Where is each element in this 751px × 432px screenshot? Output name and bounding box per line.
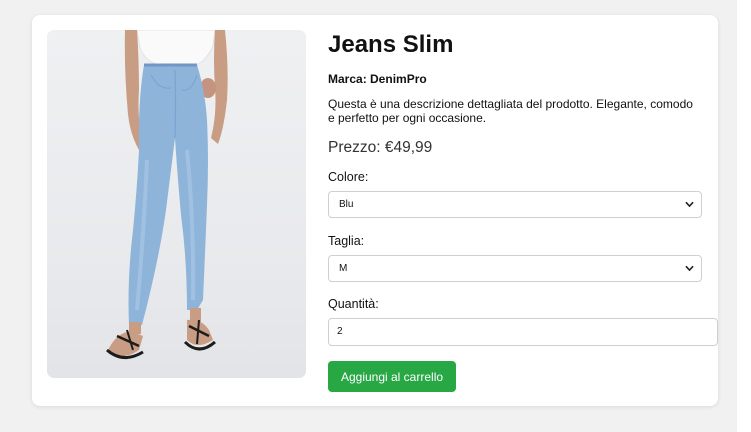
page-edge xyxy=(737,0,751,432)
size-select-value: M xyxy=(339,263,348,274)
size-select[interactable]: M xyxy=(328,255,702,282)
product-price: Prezzo: €49,99 xyxy=(328,139,433,156)
color-select-value: Blu xyxy=(339,199,354,210)
color-select[interactable]: Blu xyxy=(328,191,702,218)
add-to-cart-button[interactable]: Aggiungi al carrello xyxy=(328,361,456,392)
quantity-input[interactable]: 2 xyxy=(328,318,718,346)
product-image xyxy=(47,30,306,378)
product-photo-illustration xyxy=(106,30,228,359)
product-title: Jeans Slim xyxy=(328,31,454,58)
size-label: Taglia: xyxy=(328,234,365,248)
product-card: Jeans Slim Marca: DenimPro Questa è una … xyxy=(32,15,718,406)
quantity-label: Quantità: xyxy=(328,297,379,311)
color-label: Colore: xyxy=(328,170,369,184)
chevron-down-icon xyxy=(685,201,694,207)
product-brand: Marca: DenimPro xyxy=(328,72,427,86)
product-description: Questa è una descrizione dettagliata del… xyxy=(328,97,693,125)
chevron-down-icon xyxy=(685,265,694,271)
